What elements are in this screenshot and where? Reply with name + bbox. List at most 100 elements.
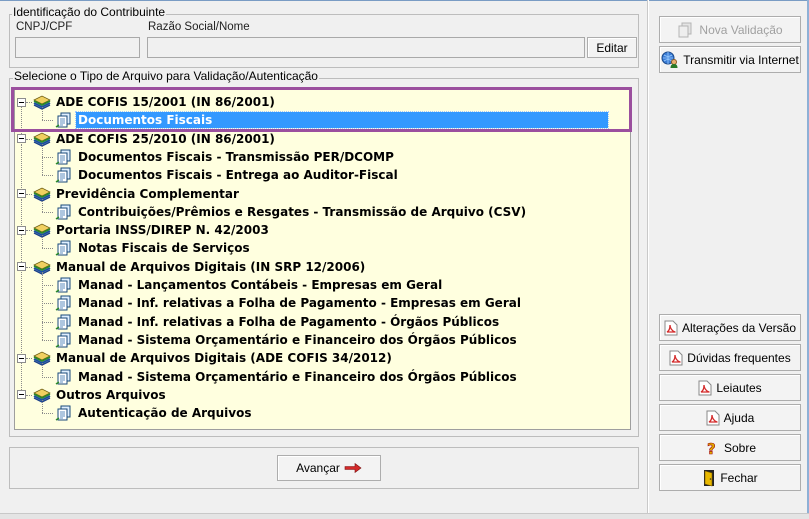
pdf-icon bbox=[706, 410, 720, 425]
tree-connector bbox=[42, 248, 53, 250]
document-icon bbox=[55, 149, 71, 165]
tree-connector bbox=[42, 303, 53, 305]
tree-leaf-label: Documentos Fiscais - Transmissão PER/DCO… bbox=[78, 149, 394, 164]
razao-social-label: Razão Social/Nome bbox=[148, 21, 250, 33]
tree-connector bbox=[21, 363, 22, 390]
document-icon bbox=[55, 332, 71, 348]
tree-connector bbox=[42, 143, 43, 176]
document-icon bbox=[55, 369, 71, 385]
tree-connector bbox=[42, 271, 43, 340]
tree-group-label: Manual de Arquivos Digitais (IN SRP 12/2… bbox=[56, 259, 366, 274]
tipo-arquivo-group-title: Selecione o Tipo de Arquivo para Validaç… bbox=[13, 69, 319, 83]
tree-group-node[interactable]: Manual de Arquivos Digitais (IN SRP 12/2… bbox=[33, 258, 367, 276]
tree-connector bbox=[26, 394, 32, 396]
tree-leaf-node[interactable]: Documentos Fiscais - Transmissão PER/DCO… bbox=[55, 148, 396, 166]
tree-collapse-toggle[interactable] bbox=[17, 353, 26, 363]
document-icon bbox=[55, 295, 71, 311]
tree-leaf-node[interactable]: Manad - Sistema Orçamentário e Financeir… bbox=[55, 368, 519, 386]
leiautes-label: Leiautes bbox=[716, 380, 762, 395]
arrow-right-icon bbox=[344, 463, 362, 473]
fechar-button[interactable]: Fechar bbox=[659, 464, 801, 491]
tree-leaf-label: Autenticação de Arquivos bbox=[78, 406, 252, 421]
document-icon bbox=[55, 204, 71, 220]
tree-leaf-label: Manad - Inf. relativas a Folha de Pagame… bbox=[78, 314, 500, 329]
tree-connector bbox=[42, 376, 53, 378]
tree-collapse-toggle[interactable] bbox=[17, 390, 26, 400]
tree-group-label: ADE COFIS 25/2010 (IN 86/2001) bbox=[56, 131, 275, 146]
tree-leaf-node[interactable]: Documentos Fiscais - Entrega ao Auditor-… bbox=[55, 166, 400, 184]
tree-connector bbox=[42, 198, 43, 212]
document-icon bbox=[55, 240, 71, 257]
nova-validacao-button[interactable]: Nova Validação bbox=[659, 16, 801, 43]
tree-connector bbox=[26, 358, 32, 360]
tree-group-node[interactable]: ADE COFIS 25/2010 (IN 86/2001) bbox=[33, 130, 277, 148]
tree-group-node[interactable]: Outros Arquivos bbox=[33, 386, 168, 404]
duvidas-frequentes-label: Dúvidas frequentes bbox=[687, 350, 791, 365]
tree-connector bbox=[42, 235, 43, 249]
tree-connector bbox=[21, 235, 22, 262]
tree-connector bbox=[21, 143, 22, 189]
tree-connector bbox=[21, 198, 22, 226]
tree-leaf-node[interactable]: Manad - Inf. relativas a Folha de Pagame… bbox=[55, 294, 523, 312]
transmitir-internet-button[interactable]: Transmitir via Internet bbox=[659, 46, 801, 73]
tree-connector bbox=[42, 156, 53, 158]
tree-leaf-label: Manad - Lançamentos Contábeis - Empresas… bbox=[78, 278, 443, 292]
tree-group-label: Previdência Complementar bbox=[56, 186, 239, 201]
tree-connector bbox=[42, 321, 53, 323]
tree-collapse-toggle[interactable] bbox=[17, 225, 26, 235]
sobre-button[interactable]: ? Sobre bbox=[659, 434, 801, 461]
alteracoes-versao-button[interactable]: Alterações da Versão bbox=[659, 314, 801, 341]
document-icon bbox=[55, 405, 71, 421]
tree-connector bbox=[42, 413, 53, 415]
tree-group-node[interactable]: Previdência Complementar bbox=[33, 185, 241, 203]
tree-leaf-node[interactable]: Manad - Inf. relativas a Folha de Pagame… bbox=[55, 313, 501, 331]
svg-text:?: ? bbox=[707, 440, 716, 456]
editar-button[interactable]: Editar bbox=[587, 37, 637, 58]
selection-highlight-frame bbox=[11, 87, 632, 132]
leiautes-button[interactable]: Leiautes bbox=[659, 374, 801, 401]
tipo-arquivo-tree[interactable]: ADE COFIS 15/2001 (IN 86/2001) Documentos… bbox=[14, 89, 631, 430]
document-icon bbox=[55, 314, 71, 330]
tree-group-label: Portaria INSS/DIREP N. 42/2003 bbox=[56, 223, 269, 238]
tree-leaf-label: Manad - Inf. relativas a Folha de Pagame… bbox=[78, 296, 521, 311]
tree-leaf-label: Documentos Fiscais - Entrega ao Auditor-… bbox=[78, 168, 398, 183]
editar-button-label: Editar bbox=[596, 40, 628, 55]
document-icon bbox=[55, 167, 71, 183]
pdf-icon bbox=[698, 380, 712, 395]
pdf-icon bbox=[664, 320, 678, 335]
razao-social-field[interactable] bbox=[147, 37, 585, 58]
tree-group-node[interactable]: Portaria INSS/DIREP N. 42/2003 bbox=[33, 221, 271, 239]
tree-leaf-node[interactable]: Contribuições/Prêmios e Resgates - Trans… bbox=[55, 203, 528, 221]
tree-connector bbox=[42, 363, 43, 377]
tree-connector bbox=[42, 211, 53, 213]
document-icon bbox=[678, 22, 692, 37]
tree-leaf-node[interactable]: Notas Fiscais de Serviços bbox=[55, 239, 252, 257]
tree-collapse-toggle[interactable] bbox=[17, 262, 26, 272]
cnpj-field[interactable] bbox=[15, 37, 140, 58]
avancar-button[interactable]: Avançar bbox=[277, 455, 381, 481]
tree-collapse-toggle[interactable] bbox=[17, 134, 26, 144]
tree-leaf-label: Manad - Sistema Orçamentário e Financeir… bbox=[78, 332, 517, 347]
window-bottom-border bbox=[0, 513, 809, 519]
avancar-button-label: Avançar bbox=[296, 461, 340, 475]
tree-leaf-node[interactable]: Autenticação de Arquivos bbox=[55, 404, 254, 422]
tree-connector bbox=[26, 266, 32, 268]
ajuda-button[interactable]: Ajuda bbox=[659, 404, 801, 431]
question-icon: ? bbox=[707, 440, 716, 456]
door-icon bbox=[704, 469, 715, 486]
duvidas-frequentes-button[interactable]: Dúvidas frequentes bbox=[659, 344, 801, 371]
tree-connector bbox=[26, 193, 32, 195]
tree-leaf-node[interactable]: Manad - Sistema Orçamentário e Financeir… bbox=[55, 331, 519, 349]
globe-user-icon bbox=[661, 51, 678, 68]
tree-connector bbox=[21, 271, 22, 354]
ajuda-label: Ajuda bbox=[723, 410, 755, 425]
window-top-border bbox=[0, 0, 809, 1]
tree-leaf-node[interactable]: Manad - Lançamentos Contábeis - Empresas… bbox=[55, 276, 444, 294]
transmitir-internet-label: Transmitir via Internet bbox=[683, 52, 799, 67]
tree-connector bbox=[42, 399, 43, 414]
cnpj-label: CNPJ/CPF bbox=[16, 21, 73, 33]
tree-group-node[interactable]: Manual de Arquivos Digitais (ADE COFIS 3… bbox=[33, 349, 394, 367]
tree-connector bbox=[42, 285, 53, 286]
tree-collapse-toggle[interactable] bbox=[17, 189, 26, 198]
document-icon bbox=[55, 277, 71, 293]
